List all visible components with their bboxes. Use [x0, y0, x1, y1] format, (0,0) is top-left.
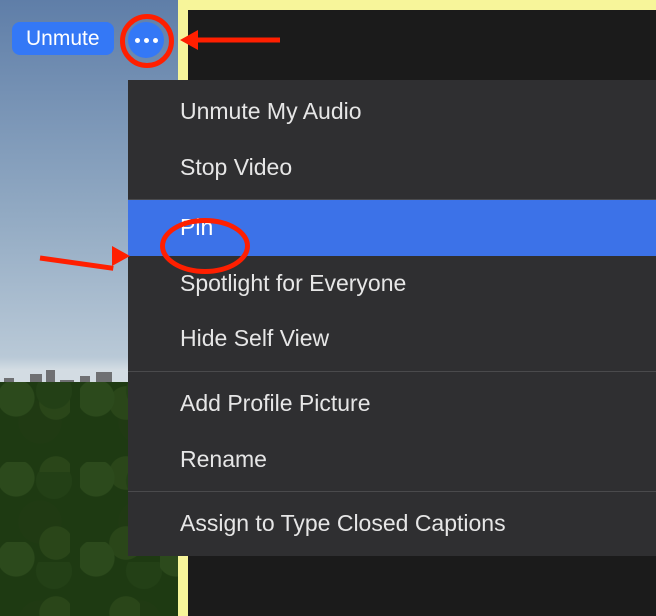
menu-item-hide-self-view[interactable]: Hide Self View [128, 311, 656, 371]
menu-item-label: Hide Self View [180, 325, 329, 351]
menu-item-unmute-audio[interactable]: Unmute My Audio [128, 80, 656, 140]
menu-item-stop-video[interactable]: Stop Video [128, 140, 656, 200]
menu-item-label: Stop Video [180, 154, 292, 180]
more-options-button[interactable] [128, 22, 164, 58]
context-menu: Unmute My Audio Stop Video Pin Spotlight… [128, 80, 656, 556]
menu-item-add-profile-picture[interactable]: Add Profile Picture [128, 372, 656, 432]
menu-item-label: Add Profile Picture [180, 390, 370, 416]
menu-item-label: Spotlight for Everyone [180, 270, 406, 296]
menu-item-label: Pin [180, 214, 213, 240]
menu-item-rename[interactable]: Rename [128, 432, 656, 492]
ellipsis-icon [135, 38, 140, 43]
screenshot-stage: Unmute Unmute My Audio Stop Video Pin Sp… [0, 0, 656, 616]
menu-item-label: Rename [180, 446, 267, 472]
menu-item-assign-captions[interactable]: Assign to Type Closed Captions [128, 492, 656, 556]
ellipsis-icon [144, 38, 149, 43]
unmute-button[interactable]: Unmute [12, 22, 114, 55]
menu-item-pin[interactable]: Pin [128, 200, 656, 256]
menu-item-label: Unmute My Audio [180, 98, 362, 124]
menu-group: Unmute My Audio Stop Video [128, 80, 656, 200]
unmute-label: Unmute [26, 27, 100, 50]
menu-item-label: Assign to Type Closed Captions [180, 510, 506, 536]
menu-group: Assign to Type Closed Captions [128, 492, 656, 556]
menu-group: Add Profile Picture Rename [128, 372, 656, 492]
active-frame-top [178, 0, 656, 10]
menu-group: Pin Spotlight for Everyone Hide Self Vie… [128, 200, 656, 372]
ellipsis-icon [153, 38, 158, 43]
menu-item-spotlight[interactable]: Spotlight for Everyone [128, 256, 656, 312]
